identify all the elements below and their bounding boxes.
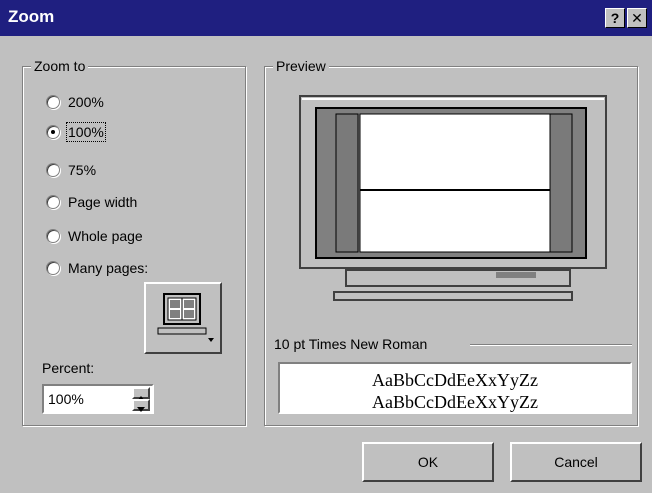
- font-sample-box: AaBbCcDdEeXxYyZz AaBbCcDdEeXxYyZz: [278, 362, 632, 414]
- window-title: Zoom: [8, 7, 55, 26]
- radio-many-pages-label[interactable]: Many pages:: [68, 260, 148, 276]
- arrow-down-icon: [137, 407, 145, 412]
- font-sample-line-2: AaBbCcDdEeXxYyZz: [372, 392, 538, 412]
- ok-button[interactable]: OK: [362, 442, 494, 482]
- cancel-button[interactable]: Cancel: [510, 442, 642, 482]
- radio-75-label[interactable]: 75%: [68, 162, 96, 178]
- radio-200-circle[interactable]: [46, 95, 60, 109]
- radio-75[interactable]: 75%: [46, 160, 96, 180]
- radio-100-circle[interactable]: [46, 125, 60, 139]
- radio-75-circle[interactable]: [46, 163, 60, 177]
- font-divider: [470, 344, 632, 345]
- percent-up-button[interactable]: [132, 387, 150, 401]
- radio-100[interactable]: 100%: [46, 122, 106, 142]
- radio-page-width-label[interactable]: Page width: [68, 194, 137, 210]
- title-bar: Zoom ? ✕: [0, 0, 652, 36]
- radio-200-label[interactable]: 200%: [68, 94, 104, 110]
- font-description: 10 pt Times New Roman: [274, 336, 428, 352]
- radio-200[interactable]: 200%: [46, 92, 104, 112]
- percent-value[interactable]: 100%: [48, 391, 84, 407]
- radio-whole-page-label[interactable]: Whole page: [68, 228, 143, 244]
- percent-label: Percent:: [42, 360, 95, 376]
- help-button[interactable]: ?: [605, 8, 625, 28]
- radio-many-pages-circle[interactable]: [46, 261, 60, 275]
- many-pages-button[interactable]: [144, 282, 222, 354]
- preview-monitor-illustration: [299, 95, 607, 301]
- close-button[interactable]: ✕: [627, 8, 647, 28]
- radio-100-label[interactable]: 100%: [66, 122, 106, 142]
- radio-many-pages[interactable]: Many pages:: [46, 258, 148, 278]
- zoom-to-label: Zoom to: [31, 58, 89, 74]
- percent-down-button[interactable]: [132, 399, 150, 412]
- font-sample-line-1: AaBbCcDdEeXxYyZz: [372, 370, 538, 390]
- preview-label: Preview: [273, 58, 329, 74]
- radio-page-width-circle[interactable]: [46, 195, 60, 209]
- radio-whole-page[interactable]: Whole page: [46, 226, 143, 246]
- percent-field[interactable]: 100%: [42, 384, 154, 414]
- radio-whole-page-circle[interactable]: [46, 229, 60, 243]
- monitor-icon: [157, 293, 214, 342]
- radio-page-width[interactable]: Page width: [46, 192, 137, 212]
